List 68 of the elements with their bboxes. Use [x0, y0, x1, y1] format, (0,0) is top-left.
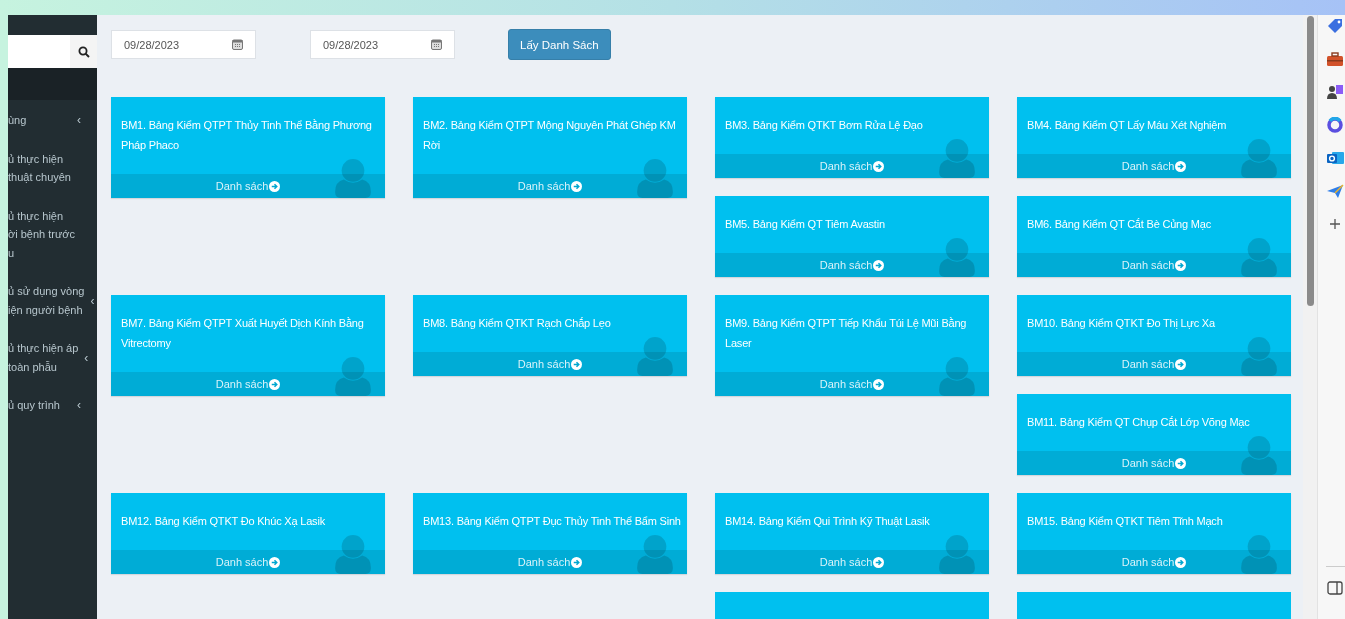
chevron-icon: ‹	[77, 399, 81, 412]
arrow-circle-icon	[269, 180, 281, 192]
get-list-button[interactable]: Lấy Danh Sách	[508, 29, 611, 60]
mail-icon[interactable]	[1326, 150, 1344, 166]
list-link[interactable]: Danh sách	[1017, 352, 1291, 376]
arrow-circle-icon	[571, 358, 583, 370]
list-link[interactable]: Danh sách	[413, 352, 687, 376]
sidebar-menu-item[interactable]: ùng ‹	[8, 111, 97, 130]
people-icon[interactable]	[1326, 84, 1344, 100]
list-link[interactable]: Danh sách	[1017, 154, 1291, 178]
list-link[interactable]: Danh sách	[1017, 253, 1291, 277]
arrow-circle-icon	[873, 259, 885, 271]
arrow-circle-icon	[571, 180, 583, 192]
list-link[interactable]: Danh sách	[715, 372, 989, 396]
card-title: BM14. Bảng Kiểm Qui Trình Kỹ Thuật Lasik	[725, 514, 931, 529]
card-title: BM4. Bảng Kiểm QT Lấy Máu Xét Nghiệm	[1027, 118, 1228, 133]
list-link[interactable]: Danh sách	[715, 154, 989, 178]
arrow-circle-icon	[873, 556, 885, 568]
list-link[interactable]: Danh sách	[715, 253, 989, 277]
ring-icon[interactable]	[1326, 117, 1344, 133]
arrow-circle-icon	[571, 556, 583, 568]
date-field[interactable]: 09/28/2023	[111, 30, 256, 59]
scrollbar[interactable]	[1303, 15, 1317, 619]
sidebar-menu-item[interactable]: ủ thực hiện ời bệnh trước u	[8, 206, 97, 262]
tag-icon[interactable]	[1326, 18, 1344, 34]
date-field[interactable]: 09/28/2023	[310, 30, 455, 59]
arrow-circle-icon	[1175, 160, 1187, 172]
chevron-icon: ‹	[77, 114, 81, 127]
sidebar-toggle-icon[interactable]	[1326, 580, 1344, 596]
card-title: BM1. Bảng Kiểm QTPT Thủy Tinh Thể Bằng Phương Pháp Phaco	[121, 118, 373, 153]
card-title: BM15. Bảng Kiểm QTKT Tiêm Tĩnh Mạch	[1027, 514, 1224, 529]
sidebar-menu-item[interactable]: ủ quy trình ‹	[8, 396, 97, 415]
sidebar-menu-item[interactable]: ủ thực hiện thuật chuyên	[8, 149, 97, 187]
chevron-icon: ‹	[90, 294, 95, 307]
arrow-circle-icon	[1175, 259, 1187, 271]
card-title: BM11. Bảng Kiểm QT Chụp Cắt Lớp Võng Mạc	[1027, 415, 1251, 430]
arrow-circle-icon	[1175, 556, 1187, 568]
arrow-circle-icon	[1175, 457, 1187, 469]
card-title: BM13. Bảng Kiểm QTPT Đục Thủy Tinh Thể Bẩm Sinh	[423, 514, 681, 529]
arrow-circle-icon	[269, 556, 281, 568]
card-title: BM8. Bảng Kiểm QTKT Rạch Chắp Lẹo	[423, 316, 612, 331]
card-title: BM9. Bảng Kiểm QTPT Tiếp Khẩu Túi Lệ Mũi Bằng Laser	[725, 316, 968, 351]
toolbox-icon[interactable]	[1326, 51, 1344, 67]
calendar-icon[interactable]	[232, 39, 243, 50]
search-icon	[77, 45, 90, 58]
card-title: BM3. Bảng Kiểm QTKT Bơm Rửa Lệ Đạo	[725, 118, 924, 133]
list-link[interactable]: Danh sách	[111, 550, 385, 574]
list-link[interactable]: Danh sách	[413, 550, 687, 574]
list-link[interactable]: Danh sách	[413, 174, 687, 198]
list-link[interactable]: Danh sách	[111, 372, 385, 396]
arrow-circle-icon	[873, 160, 885, 172]
arrow-circle-icon	[269, 378, 281, 390]
list-link[interactable]: Danh sách	[111, 174, 385, 198]
list-link[interactable]: Danh sách	[1017, 451, 1291, 475]
arrow-circle-icon	[1175, 358, 1187, 370]
card-title: BM10. Bảng Kiểm QTKT Đo Thị Lực Xa	[1027, 316, 1216, 331]
card-title: BM12. Bảng Kiểm QTKT Đo Khúc Xạ Lasik	[121, 514, 326, 529]
calendar-icon[interactable]	[431, 39, 442, 50]
paper-plane-icon[interactable]	[1326, 183, 1344, 199]
arrow-circle-icon	[873, 378, 885, 390]
list-link[interactable]: Danh sách	[1017, 550, 1291, 574]
chevron-icon: ‹	[84, 351, 89, 364]
card-title: BM6. Bảng Kiểm QT Cắt Bè Củng Mạc	[1027, 217, 1212, 232]
list-link[interactable]: Danh sách	[715, 550, 989, 574]
card-title: BM5. Bảng Kiểm QT Tiêm Avastin	[725, 217, 886, 232]
card-title: BM2. Bảng Kiểm QTPT Mộng Nguyên Phát Ghép KM Rời	[423, 118, 677, 153]
search-button[interactable]	[70, 35, 97, 68]
card-title: BM7. Bảng Kiểm QTPT Xuất Huyết Dịch Kính Bằng Vitrectomy	[121, 316, 365, 351]
